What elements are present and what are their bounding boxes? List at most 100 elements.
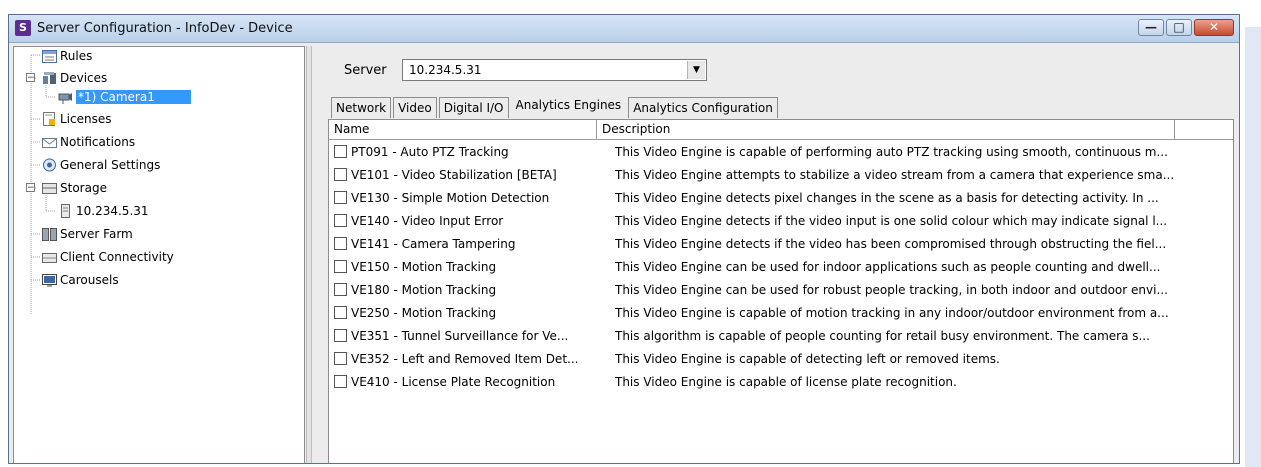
table-row[interactable]: VE410 - License Plate Recognition This V… xyxy=(334,372,1175,391)
panel-splitter[interactable] xyxy=(306,46,312,463)
engine-checkbox[interactable] xyxy=(334,168,347,181)
column-header-name[interactable]: Name xyxy=(329,120,597,139)
tab-network[interactable]: Network xyxy=(331,97,392,118)
engine-description: This Video Engine is capable of license … xyxy=(615,374,957,389)
storage-icon xyxy=(41,181,57,195)
tab-bar: Network Video Digital I/O Analytics Engi… xyxy=(331,94,780,119)
tree-item-label: Storage xyxy=(60,181,107,195)
maximize-button[interactable]: □ xyxy=(1166,19,1192,36)
tree-item-storage[interactable]: Storage xyxy=(41,179,107,197)
engine-name: VE352 - Left and Removed Item Det... xyxy=(351,351,579,366)
table-row[interactable]: VE180 - Motion Tracking This Video Engin… xyxy=(334,280,1175,299)
table-row[interactable]: VE250 - Motion Tracking This Video Engin… xyxy=(334,303,1175,322)
tree-item-label: Licenses xyxy=(60,112,112,126)
table-row[interactable]: VE140 - Video Input Error This Video Eng… xyxy=(334,211,1175,230)
window-title: Server Configuration - InfoDev - Device xyxy=(37,21,293,36)
table-row[interactable]: VE150 - Motion Tracking This Video Engin… xyxy=(334,257,1175,276)
table-row[interactable]: VE352 - Left and Removed Item Det... Thi… xyxy=(334,349,1175,368)
engine-description: This Video Engine detects if the video i… xyxy=(615,213,1168,228)
tree-item-label: Devices xyxy=(60,71,108,85)
carousels-icon xyxy=(41,273,57,287)
rules-icon xyxy=(41,49,57,63)
close-button[interactable]: ✕ xyxy=(1194,19,1234,36)
tree-item-label: *1) Camera1 xyxy=(76,90,191,104)
column-header-description[interactable]: Description xyxy=(597,120,1175,139)
engine-name: VE410 - License Plate Recognition xyxy=(351,374,556,389)
engine-checkbox[interactable] xyxy=(334,306,347,319)
tree-item-label: Carousels xyxy=(60,273,119,287)
engine-description: This Video Engine is capable of performi… xyxy=(615,144,1168,159)
engine-description: This algorithm is capable of people coun… xyxy=(615,328,1150,343)
engine-name: VE130 - Simple Motion Detection xyxy=(351,190,550,205)
page-scrollbar[interactable] xyxy=(1245,27,1261,467)
analytics-engines-table: Name Description PT091 - Auto PTZ Tracki… xyxy=(328,119,1234,463)
tree-item-notifications[interactable]: Notifications xyxy=(41,133,135,151)
app-logo-icon: S xyxy=(15,20,31,36)
engine-name: VE250 - Motion Tracking xyxy=(351,305,497,320)
engine-checkbox[interactable] xyxy=(334,375,347,388)
engine-description: This Video Engine is capable of motion t… xyxy=(615,305,1169,320)
tree-item-devices[interactable]: Devices xyxy=(41,69,107,87)
tree-item-label: Rules xyxy=(60,49,93,63)
tree-item-label: 10.234.5.31 xyxy=(76,204,149,218)
navigation-tree[interactable]: − − Rules Devices *1) Camera1 Licenses N… xyxy=(13,46,305,463)
table-header: Name Description xyxy=(329,120,1233,140)
table-row[interactable]: VE130 - Simple Motion Detection This Vid… xyxy=(334,188,1175,207)
engine-name: VE351 - Tunnel Surveillance for Ve... xyxy=(351,328,569,343)
tab-analytics-engines[interactable]: Analytics Engines xyxy=(510,94,627,118)
table-row[interactable]: VE101 - Video Stabilization [BETA] This … xyxy=(334,165,1175,184)
server-dropdown[interactable]: 10.234.5.31 ▼ xyxy=(402,59,707,81)
engine-checkbox[interactable] xyxy=(334,283,347,296)
table-row[interactable]: VE351 - Tunnel Surveillance for Ve... Th… xyxy=(334,326,1175,345)
engine-checkbox[interactable] xyxy=(334,214,347,227)
tree-item-label: Client Connectivity xyxy=(60,250,174,264)
minimize-button[interactable]: — xyxy=(1138,19,1164,36)
tab-analytics-configuration[interactable]: Analytics Configuration xyxy=(628,97,778,118)
engine-checkbox[interactable] xyxy=(334,260,347,273)
engine-description: This Video Engine detects if the video h… xyxy=(615,236,1167,251)
engine-name: VE150 - Motion Tracking xyxy=(351,259,497,274)
server-dropdown-value: 10.234.5.31 xyxy=(409,63,482,77)
tree-item-carousels[interactable]: Carousels xyxy=(41,271,119,289)
engine-checkbox[interactable] xyxy=(334,352,347,365)
tree-item-general-settings[interactable]: General Settings xyxy=(41,156,160,174)
tree-item-client-connectivity[interactable]: Client Connectivity xyxy=(41,248,174,266)
server-label: Server xyxy=(344,63,387,78)
engine-description: This Video Engine is capable of detectin… xyxy=(615,351,1000,366)
devices-icon xyxy=(41,71,57,85)
tree-item-server-farm[interactable]: Server Farm xyxy=(41,225,133,243)
title-bar[interactable]: S Server Configuration - InfoDev - Devic… xyxy=(9,15,1239,43)
general-settings-icon xyxy=(41,158,57,172)
tab-video[interactable]: Video xyxy=(393,97,437,118)
engine-name: VE180 - Motion Tracking xyxy=(351,282,497,297)
licenses-icon xyxy=(41,112,57,126)
engine-checkbox[interactable] xyxy=(334,191,347,204)
camera-icon xyxy=(57,90,73,104)
chevron-down-icon[interactable]: ▼ xyxy=(687,61,705,79)
maximize-icon: □ xyxy=(1173,20,1185,34)
engine-checkbox[interactable] xyxy=(334,329,347,342)
server-farm-icon xyxy=(41,227,57,241)
table-row[interactable]: VE141 - Camera Tampering This Video Engi… xyxy=(334,234,1175,253)
engine-description: This Video Engine can be used for robust… xyxy=(615,282,1168,297)
tree-item-label: General Settings xyxy=(60,158,161,172)
engine-description: This Video Engine can be used for indoor… xyxy=(615,259,1161,274)
devices-collapse-toggle[interactable]: − xyxy=(26,73,35,83)
minimize-icon: — xyxy=(1145,20,1157,34)
tree-item-storage-server[interactable]: 10.234.5.31 xyxy=(57,202,149,220)
tree-item-label: Notifications xyxy=(60,135,136,149)
engine-checkbox[interactable] xyxy=(334,145,347,158)
tree-item-rules[interactable]: Rules xyxy=(41,47,92,65)
storage-collapse-toggle[interactable]: − xyxy=(26,183,35,193)
client-connectivity-icon xyxy=(41,250,57,264)
storage-server-icon xyxy=(57,204,73,218)
tree-item-licenses[interactable]: Licenses xyxy=(41,110,112,128)
window-controls: — □ ✕ xyxy=(1138,19,1234,36)
tree-item-camera1[interactable]: *1) Camera1 xyxy=(57,88,191,106)
tree-item-label: Server Farm xyxy=(60,227,133,241)
tab-digital-io[interactable]: Digital I/O xyxy=(438,97,509,118)
engine-name: VE101 - Video Stabilization [BETA] xyxy=(351,167,557,182)
table-row[interactable]: PT091 - Auto PTZ Tracking This Video Eng… xyxy=(334,142,1175,161)
engine-checkbox[interactable] xyxy=(334,237,347,250)
server-configuration-window: S Server Configuration - InfoDev - Devic… xyxy=(8,14,1240,464)
